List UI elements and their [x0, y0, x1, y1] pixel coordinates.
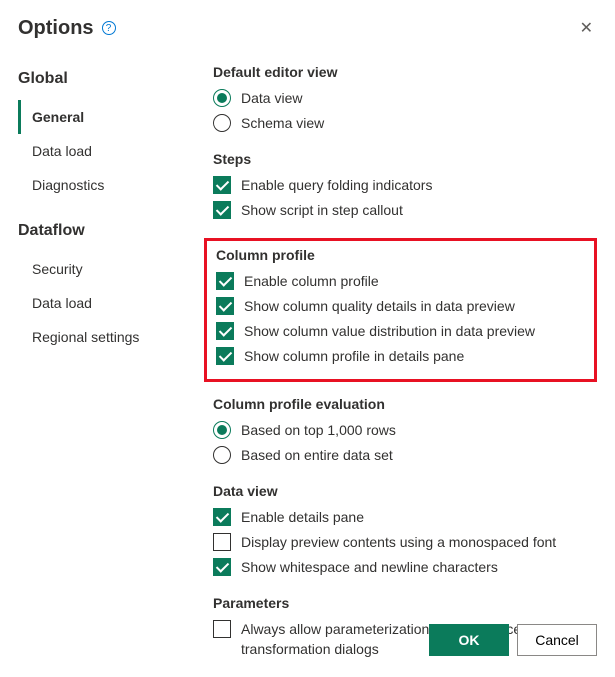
checkbox-column-profile-details[interactable] [216, 347, 234, 365]
sidebar-item-security[interactable]: Security [18, 252, 193, 286]
dialog-title: Options [18, 17, 94, 40]
checkbox-monospaced-font[interactable] [213, 533, 231, 551]
checkbox-enable-details-pane[interactable] [213, 508, 231, 526]
radio-top-1000[interactable] [213, 421, 231, 439]
section-title-default-editor-view: Default editor view [213, 64, 597, 80]
radio-entire-data-set[interactable] [213, 446, 231, 464]
radio-label: Based on top 1,000 rows [241, 420, 396, 440]
section-title-parameters: Parameters [213, 595, 597, 611]
radio-label: Data view [241, 88, 302, 108]
sidebar-item-general[interactable]: General [18, 100, 193, 134]
checkbox-label: Enable column profile [244, 271, 379, 291]
cancel-button[interactable]: Cancel [517, 624, 597, 656]
checkbox-enable-query-folding[interactable] [213, 176, 231, 194]
close-icon[interactable]: ✕ [576, 14, 597, 42]
sidebar-item-regional-settings[interactable]: Regional settings [18, 320, 193, 354]
checkbox-label: Show column quality details in data prev… [244, 296, 515, 316]
settings-pane: Default editor view Data view Schema vie… [193, 50, 615, 677]
ok-button[interactable]: OK [429, 624, 509, 656]
checkbox-enable-column-profile[interactable] [216, 272, 234, 290]
checkbox-show-script-callout[interactable] [213, 201, 231, 219]
sidebar-item-diagnostics[interactable]: Diagnostics [18, 168, 193, 202]
sidebar: Global General Data load Diagnostics Dat… [18, 50, 193, 677]
section-title-column-profile: Column profile [216, 247, 586, 263]
sidebar-item-data-load-global[interactable]: Data load [18, 134, 193, 168]
checkbox-label: Show column value distribution in data p… [244, 321, 535, 341]
checkbox-label: Enable query folding indicators [241, 175, 432, 195]
sidebar-heading-global: Global [18, 70, 193, 88]
radio-label: Schema view [241, 113, 324, 133]
sidebar-item-data-load-dataflow[interactable]: Data load [18, 286, 193, 320]
radio-data-view[interactable] [213, 89, 231, 107]
radio-label: Based on entire data set [241, 445, 393, 465]
radio-schema-view[interactable] [213, 114, 231, 132]
checkbox-show-whitespace[interactable] [213, 558, 231, 576]
highlight-column-profile: Column profile Enable column profile Sho… [204, 238, 597, 382]
section-title-steps: Steps [213, 151, 597, 167]
section-title-data-view: Data view [213, 483, 597, 499]
sidebar-heading-dataflow: Dataflow [18, 222, 193, 240]
checkbox-label: Enable details pane [241, 507, 364, 527]
checkbox-allow-parameterization[interactable] [213, 620, 231, 638]
checkbox-label: Show column profile in details pane [244, 346, 464, 366]
help-icon[interactable]: ? [102, 21, 116, 35]
checkbox-label: Display preview contents using a monospa… [241, 532, 556, 552]
checkbox-label: Show whitespace and newline characters [241, 557, 498, 577]
checkbox-column-distribution[interactable] [216, 322, 234, 340]
checkbox-label: Show script in step callout [241, 200, 403, 220]
section-title-column-profile-evaluation: Column profile evaluation [213, 396, 597, 412]
checkbox-column-quality[interactable] [216, 297, 234, 315]
